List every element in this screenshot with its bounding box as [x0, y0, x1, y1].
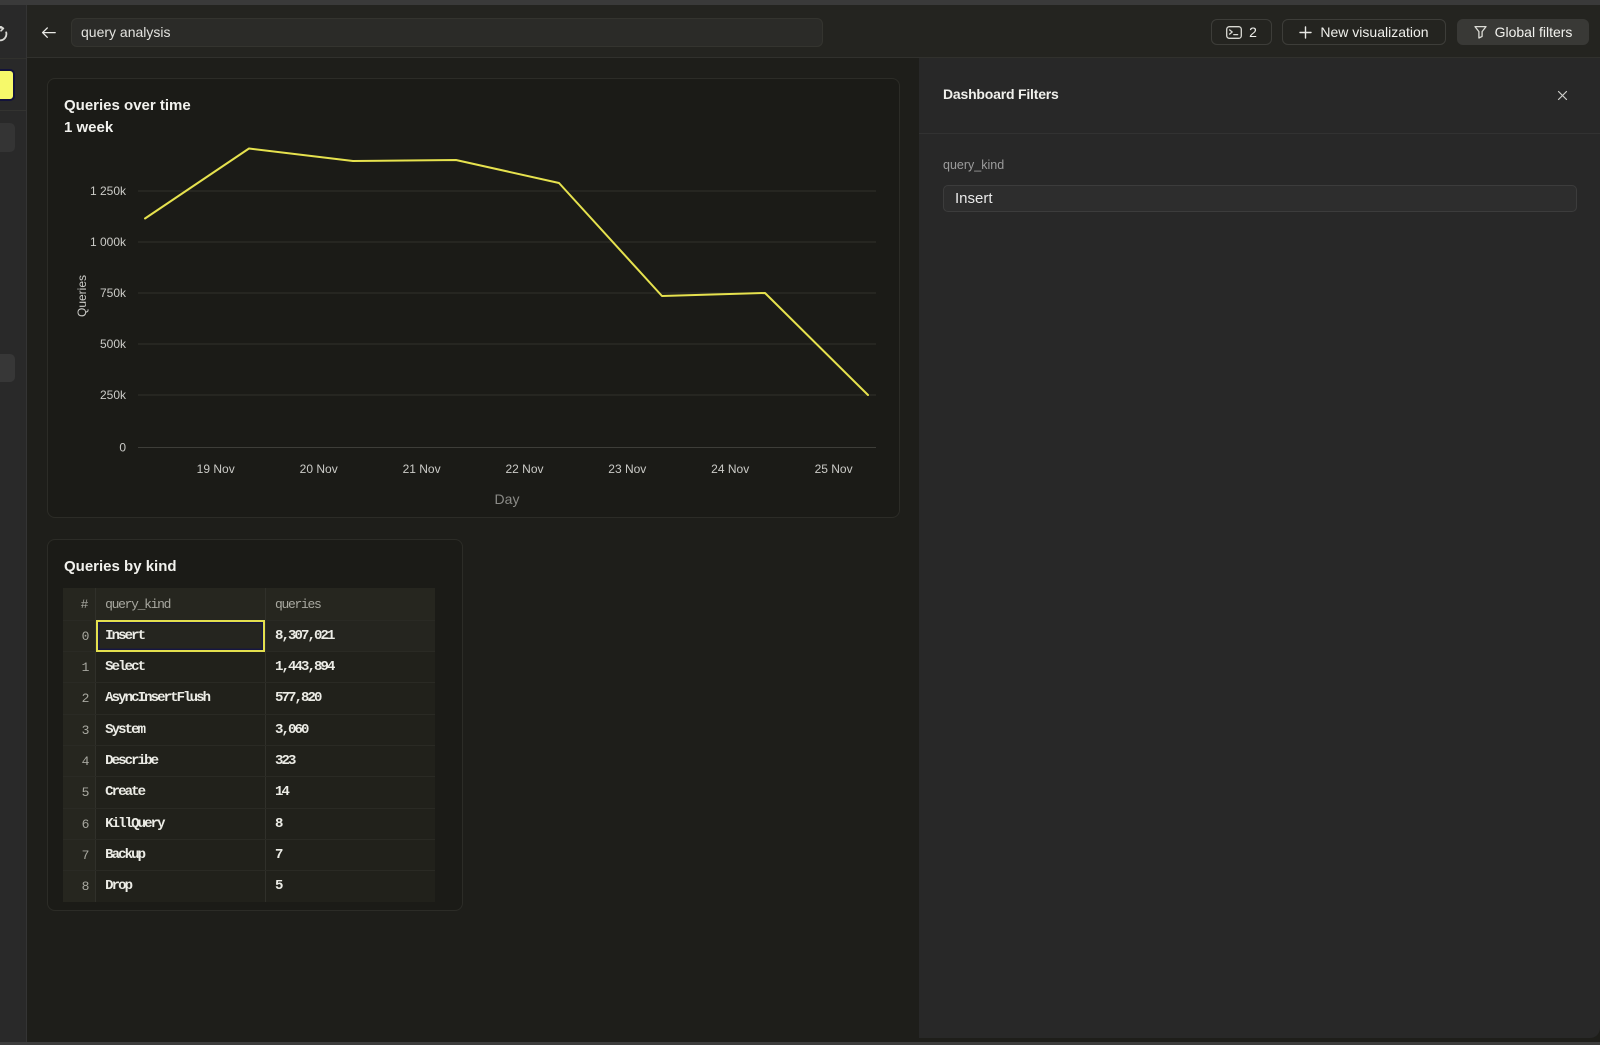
svg-text:23 Nov: 23 Nov [608, 462, 646, 476]
svg-text:21 Nov: 21 Nov [403, 462, 441, 476]
svg-text:500k: 500k [100, 337, 127, 351]
svg-text:20 Nov: 20 Nov [300, 462, 338, 476]
svg-text:Day: Day [495, 491, 520, 507]
svg-text:250k: 250k [100, 388, 127, 402]
svg-text:24 Nov: 24 Nov [711, 462, 749, 476]
svg-text:19 Nov: 19 Nov [197, 462, 235, 476]
svg-text:22 Nov: 22 Nov [505, 462, 543, 476]
svg-text:1 000k: 1 000k [90, 235, 127, 249]
svg-text:0: 0 [119, 441, 126, 455]
svg-text:Queries: Queries [75, 275, 89, 317]
svg-text:25 Nov: 25 Nov [815, 462, 853, 476]
svg-text:1 250k: 1 250k [90, 184, 127, 198]
svg-text:750k: 750k [100, 286, 127, 300]
